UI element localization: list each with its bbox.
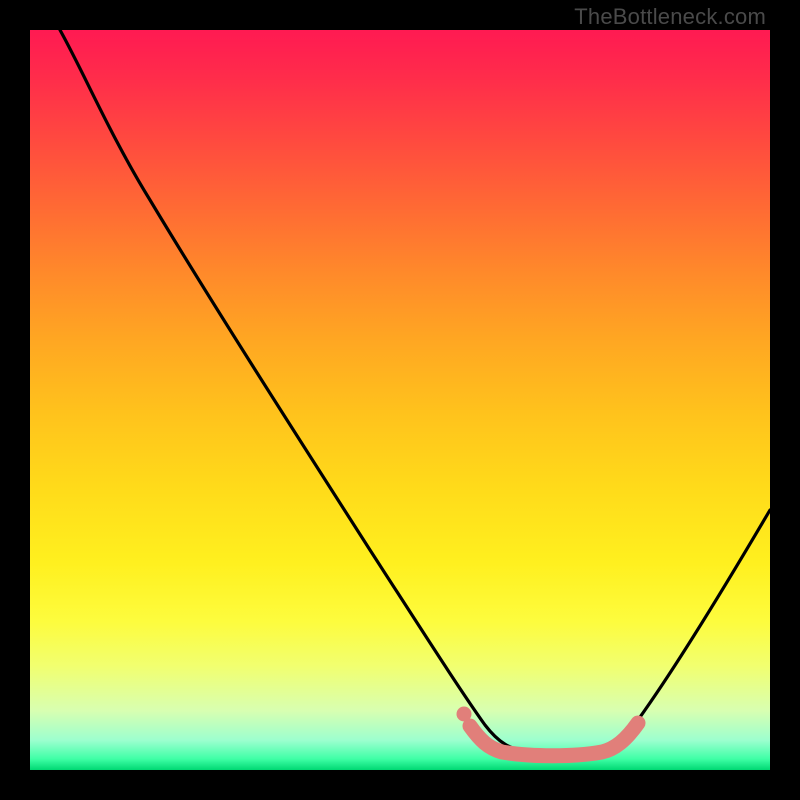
watermark-text: TheBottleneck.com — [574, 4, 766, 30]
bottleneck-curve-svg — [30, 30, 770, 770]
plot-area — [30, 30, 770, 770]
chart-frame: TheBottleneck.com — [0, 0, 800, 800]
bottleneck-curve — [60, 30, 770, 753]
highlight-band — [470, 723, 638, 756]
highlight-dot-left — [457, 707, 472, 722]
